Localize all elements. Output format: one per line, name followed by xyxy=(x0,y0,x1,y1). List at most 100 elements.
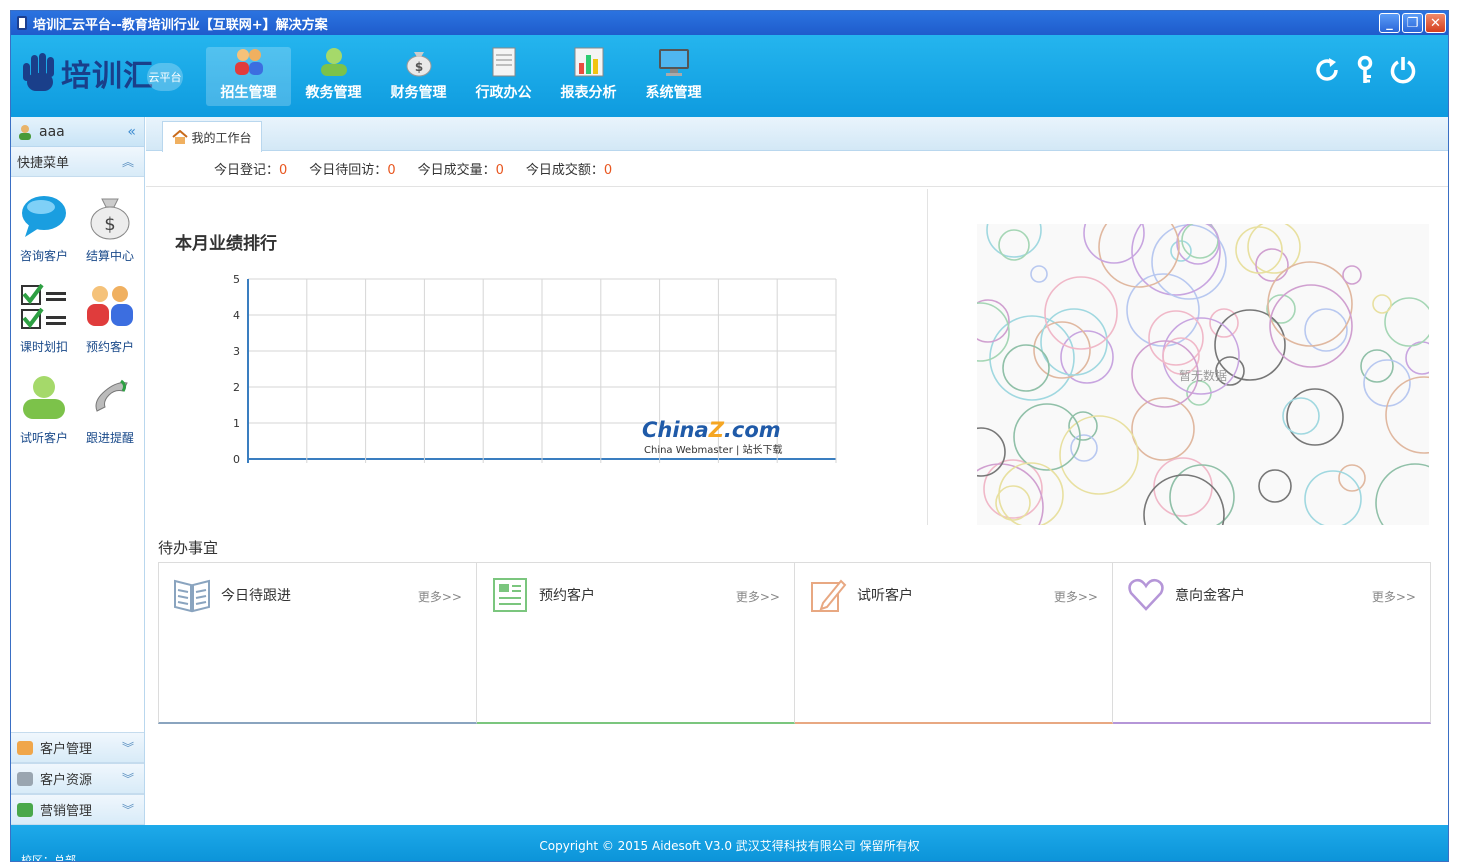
chevron-down-icon: ︾ xyxy=(121,741,134,755)
quick-item-label: 课时划扣 xyxy=(19,340,68,354)
stat-pending-callback: 今日待回访：0 xyxy=(309,163,396,178)
nav-item-finance[interactable]: $ 财务管理 xyxy=(376,47,461,106)
bubble xyxy=(1405,341,1429,375)
nav-item-admin-office[interactable]: 行政办公 xyxy=(461,47,546,106)
performance-chart-panel: 本月业绩排行 0 1 2 3 4 5 ChinaZ.com China Webmaster… xyxy=(158,189,928,525)
bubble xyxy=(1342,265,1362,285)
money-bag-icon: $ xyxy=(406,52,431,77)
close-button[interactable]: ✕ xyxy=(1425,13,1446,33)
nav-label: 报表分析 xyxy=(560,85,617,101)
nav-item-academic[interactable]: 教务管理 xyxy=(291,47,376,106)
tab-workbench[interactable]: 我的工作台 xyxy=(162,121,262,152)
pencil-icon xyxy=(811,579,847,612)
key-icon[interactable] xyxy=(1350,55,1380,85)
bubble xyxy=(1013,403,1081,471)
no-data-label: 暂无数据 xyxy=(1179,369,1228,383)
bubble xyxy=(1044,276,1118,350)
svg-text:$: $ xyxy=(104,214,115,235)
bubble xyxy=(977,463,1044,525)
app-icon xyxy=(17,16,27,30)
nav-label: 教务管理 xyxy=(305,85,362,101)
performance-chart: 0 1 2 3 4 5 ChinaZ.com China Webmaster | 站长下载 xyxy=(233,275,837,466)
book-icon xyxy=(174,579,210,613)
quick-item-label: 试听客户 xyxy=(19,431,68,445)
bubble xyxy=(1153,457,1213,517)
nav-item-reports[interactable]: 报表分析 xyxy=(546,47,631,106)
bubble xyxy=(998,462,1064,525)
todo-card-deposit: 意向金客户 更多>> xyxy=(1113,562,1431,724)
nav-label: 招生管理 xyxy=(220,85,277,101)
sidebar-section-marketing[interactable]: 营销管理 ︾ xyxy=(11,794,144,825)
more-link[interactable]: 更多>> xyxy=(1054,588,1098,605)
collapse-sidebar-button[interactable]: « xyxy=(127,124,136,140)
bubble xyxy=(986,224,1042,258)
bubble xyxy=(1098,224,1180,288)
bubble xyxy=(1304,470,1362,525)
nav-item-enrollment[interactable]: 招生管理 xyxy=(206,47,291,106)
chevron-down-icon: ︾ xyxy=(121,772,134,786)
quick-item-label: 跟进提醒 xyxy=(85,431,134,445)
quick-item-consult-customer[interactable]: 咨询客户 xyxy=(11,191,77,264)
phone-icon xyxy=(95,379,128,412)
stat-registered: 今日登记：0 xyxy=(214,163,288,178)
nav-label: 系统管理 xyxy=(645,85,702,101)
bubble-chart-panel: 暂无数据 xyxy=(928,189,1448,525)
quick-item-label: 结算中心 xyxy=(85,249,134,263)
nav-item-system[interactable]: 系统管理 xyxy=(631,47,716,106)
section-label: 营销管理 xyxy=(40,804,93,819)
form-icon xyxy=(493,578,527,612)
y-tick-label: 2 xyxy=(233,381,240,394)
bubble xyxy=(1030,265,1048,283)
user-name: aaa xyxy=(39,123,65,140)
nav-label: 行政办公 xyxy=(475,85,532,101)
quick-item-followup-reminder[interactable]: 跟进提醒 xyxy=(77,373,143,446)
quick-menu-header[interactable]: 快捷菜单 ︽ xyxy=(11,147,144,177)
chevron-up-icon: ︽ xyxy=(121,155,134,169)
todo-label: 今日待跟进 xyxy=(221,588,291,604)
refresh-icon[interactable] xyxy=(1312,55,1342,85)
tab-bar: 我的工作台 xyxy=(146,117,1448,152)
quick-item-trial-customer[interactable]: 试听客户 xyxy=(11,373,77,446)
user-bar: aaa « xyxy=(11,117,144,147)
sidebar-section-customer-resources[interactable]: 客户资源 ︾ xyxy=(11,763,144,794)
bubble xyxy=(1181,224,1219,259)
y-tick-label: 5 xyxy=(233,275,240,286)
minimize-button[interactable]: _ xyxy=(1379,13,1400,33)
bubble-chart: 暂无数据 xyxy=(977,224,1429,525)
sidebar-section-customer-management[interactable]: 客户管理 ︾ xyxy=(11,732,144,763)
grid-icon xyxy=(17,802,33,817)
restore-button[interactable]: ❐ xyxy=(1402,13,1423,33)
top-header: 培训汇 云平台 招生管理 教务管理 $ 财务管理 行政办公 报表分析 系统管理 xyxy=(11,35,1448,117)
user-group-icon xyxy=(23,376,65,419)
todo-cards: 今日待跟进 更多>> 预约客户 更多>> 试听客户 更多>> 意向金客户 更多>… xyxy=(158,562,1431,724)
database-icon xyxy=(17,771,33,786)
stat-deals-count: 今日成交量：0 xyxy=(417,163,504,178)
checklist-icon xyxy=(21,283,66,329)
campus-label: 校区：总部 xyxy=(21,854,76,862)
bar-chart-icon xyxy=(574,47,603,77)
more-link[interactable]: 更多>> xyxy=(1372,588,1416,605)
bubble xyxy=(1126,273,1200,347)
quick-menu-grid: 咨询客户 $ 结算中心 课时划扣 预约客户 试听客户 跟进提醒 xyxy=(11,177,144,446)
hand-logo-icon xyxy=(23,53,57,93)
more-link[interactable]: 更多>> xyxy=(418,588,462,605)
window-controls: _ ❐ ✕ xyxy=(1379,13,1446,33)
quick-item-settlement[interactable]: $ 结算中心 xyxy=(77,191,143,264)
todo-label: 试听客户 xyxy=(857,588,913,604)
chinaz-watermark: ChinaZ.com China Webmaster | 站长下载 xyxy=(642,418,783,456)
y-tick-label: 3 xyxy=(233,345,240,358)
bubble xyxy=(1286,388,1344,446)
todo-label: 意向金客户 xyxy=(1175,588,1245,604)
bubble xyxy=(995,485,1031,521)
power-icon[interactable] xyxy=(1388,55,1418,85)
quick-item-reserved-customer[interactable]: 预约客户 xyxy=(77,282,143,355)
stat-deals-amount: 今日成交额：0 xyxy=(525,163,613,178)
people-icon xyxy=(87,286,133,326)
bubble xyxy=(1375,463,1429,525)
more-link[interactable]: 更多>> xyxy=(736,588,780,605)
chat-bubble-icon xyxy=(22,196,66,237)
quick-item-class-deduct[interactable]: 课时划扣 xyxy=(11,282,77,355)
todo-card-reserved: 预约客户 更多>> xyxy=(477,562,795,724)
section-label: 客户资源 xyxy=(40,773,93,788)
nav-label: 财务管理 xyxy=(390,85,447,101)
